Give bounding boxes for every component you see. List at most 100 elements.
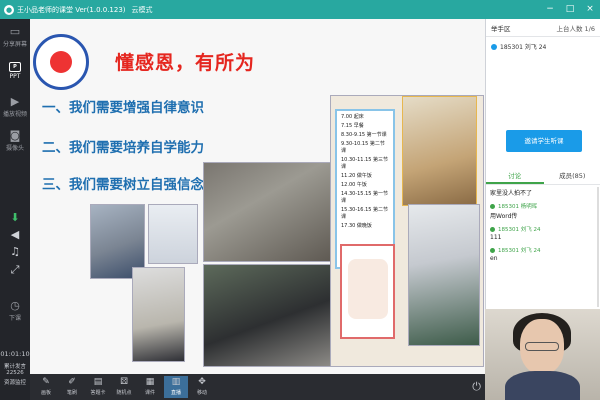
toolbar-label: 画板 [40, 390, 51, 396]
slide-stage: 懂感恩，有所为 一、我们需要增强自律意识 二、我们需要培养自学能力 三、我们需要… [30, 19, 485, 374]
minimize-icon[interactable]: − [540, 0, 560, 19]
raised-hand-user-name: 185301 刘飞 24 [500, 44, 547, 51]
slide-point: 三、我们需要树立自强信念 [42, 177, 204, 193]
chat-scrollbar[interactable] [597, 187, 599, 307]
bottom-toolbar: ✎ 画板 ✐ 笔刷 ▤ 答题卡 ⚄ 随机点 ▦ 课件 ▥ 直播 ✥ 移动 ⏻ [30, 374, 485, 400]
end-class-button[interactable]: ◷ 下课 [0, 297, 30, 327]
stat-value: 22526 [6, 370, 24, 376]
toolbar-label: 移动 [196, 390, 207, 396]
toolbar-label: 课件 [144, 390, 155, 396]
toolbar-label: 答题卡 [90, 390, 106, 396]
live-icon: ▥ [171, 377, 181, 387]
student-photo [203, 264, 331, 367]
chat-message-text: 家里没人拍不了 [490, 190, 533, 197]
user-avatar [490, 226, 495, 232]
ppt-slide: 懂感恩，有所为 一、我们需要增强自律意识 二、我们需要培养自学能力 三、我们需要… [30, 19, 485, 374]
slide-point: 二、我们需要培养自学能力 [42, 140, 204, 156]
webcam-body [505, 371, 580, 400]
maximize-icon[interactable]: □ [560, 0, 580, 19]
tab-members[interactable]: 成员(85) [544, 169, 600, 184]
toolbar-draw-board[interactable]: ✎ 画板 [34, 376, 58, 398]
sender-name: 185301 刘飞 24 [498, 227, 541, 233]
toolbar-brush[interactable]: ✐ 笔刷 [60, 376, 84, 398]
toolbar-courseware[interactable]: ▦ 课件 [138, 376, 162, 398]
sidebar-item-label: 播放视频 [2, 111, 27, 118]
toolbar-label: 随机点 [116, 390, 132, 396]
student-photo [408, 204, 480, 346]
class-timer: 01:01:10 [0, 350, 30, 358]
sender-name: 185301 杨明晖 [498, 204, 538, 210]
student-photo [148, 204, 198, 264]
stat-label: 累计发言 [3, 364, 26, 370]
schedule-line: 12.00 午饭 [341, 182, 367, 188]
mode-label: 云模式 [131, 5, 153, 14]
raised-hand-user[interactable]: 185301 刘飞 24 [486, 37, 600, 56]
student-photo [203, 162, 331, 262]
schedule-line: 15.30-16.15 第二节课 [341, 207, 389, 220]
student-photo [402, 96, 477, 206]
schedule-line: 7.00 起床 [341, 114, 364, 120]
tab-discussion[interactable]: 讨论 [486, 169, 544, 184]
schedule-line: 10.30-11.15 第三节课 [341, 157, 389, 170]
music-icon[interactable]: ♫ [8, 245, 22, 259]
chat-message-text: en [490, 255, 498, 262]
move-icon: ✥ [198, 377, 206, 387]
clock-icon: ◷ [10, 299, 20, 312]
student-photo [132, 267, 185, 362]
toolbar-label: 直播 [170, 390, 181, 396]
sidebar-item-label: 摄像头 [5, 145, 24, 152]
sidebar-item-label: 分享屏幕 [2, 41, 27, 48]
end-class-label: 下课 [8, 315, 21, 322]
schedule-line: 8.30-9.15 第一节课 [341, 132, 387, 138]
play-video-icon: ▶ [10, 95, 20, 108]
random-pick-icon: ⚄ [120, 377, 128, 387]
user-avatar [491, 43, 497, 50]
webcam-glasses [525, 342, 559, 351]
title-bar: ● 王小品老师的课堂 Ver(1.0.0.123) 云模式 − □ × [0, 0, 600, 19]
power-icon[interactable]: ⏻ [472, 380, 481, 394]
raise-hand-header: 举手区 上台人数 1/6 [486, 19, 600, 37]
toolbar-live[interactable]: ▥ 直播 [164, 376, 188, 398]
window-controls: − □ × [540, 0, 600, 19]
invite-listen-button[interactable]: 邀请学生听课 [506, 130, 582, 152]
classroom-app: ● 王小品老师的课堂 Ver(1.0.0.123) 云模式 − □ × ▭ 分享… [0, 0, 600, 400]
chat-message-sender: 185301 刘飞 24 [486, 244, 600, 254]
app-logo-icon: ● [4, 4, 14, 15]
toolbar-move[interactable]: ✥ 移动 [190, 376, 214, 398]
answer-card-icon: ▤ [93, 377, 103, 387]
raise-hand-title: 举手区 [491, 24, 511, 33]
microphone-icon[interactable]: ⬇ [8, 211, 22, 225]
chat-message-sender: 185301 杨明晖 [486, 200, 600, 210]
teacher-webcam [485, 309, 600, 400]
schedule-line: 9.30-10.15 第二节课 [341, 141, 385, 154]
camera-icon: ◙ [9, 129, 21, 142]
sidebar-item-play-video[interactable]: ▶ 播放视频 [0, 93, 30, 123]
sender-name: 185301 刘飞 24 [498, 248, 541, 254]
expand-icon[interactable]: ⤢ [8, 263, 22, 277]
close-icon[interactable]: × [580, 0, 600, 19]
chat-message-sender: 185301 刘飞 24 [486, 223, 600, 233]
screen-share-icon: ▭ [9, 25, 21, 38]
toolbar-random-pick[interactable]: ⚄ 随机点 [112, 376, 136, 398]
right-panel: 举手区 上台人数 1/6 185301 刘飞 24 邀请学生听课 讨论 成员(8… [485, 19, 600, 309]
hand-image [348, 259, 388, 319]
schedule-line: 14.30-15.15 第一节课 [341, 191, 389, 204]
sidebar-item-ppt[interactable]: P PPT [0, 59, 30, 89]
chat-message-text: 用Word传 [490, 213, 518, 220]
volume-icon[interactable]: ◀ [8, 228, 22, 242]
draw-board-icon: ✎ [42, 377, 50, 387]
toolbar-label: 笔刷 [66, 390, 77, 396]
courseware-icon: ▦ [145, 377, 155, 387]
window-title: 王小品老师的课堂 Ver(1.0.0.123) [17, 5, 126, 14]
resource-monitor[interactable]: 资源监控 [0, 378, 30, 386]
brush-icon: ✐ [68, 377, 76, 387]
slide-point: 一、我们需要增强自律意识 [42, 100, 204, 116]
chat-list: 家里没人拍不了 185301 杨明晖 用Word传 185301 刘飞 24 1… [486, 187, 600, 265]
school-emblem-icon [33, 34, 89, 90]
ppt-icon: P [9, 62, 21, 72]
user-avatar [490, 247, 495, 253]
sidebar-item-share-screen[interactable]: ▭ 分享屏幕 [0, 23, 30, 53]
sidebar-item-camera[interactable]: ◙ 摄像头 [0, 127, 30, 157]
user-avatar [490, 203, 495, 209]
toolbar-answer-card[interactable]: ▤ 答题卡 [86, 376, 110, 398]
